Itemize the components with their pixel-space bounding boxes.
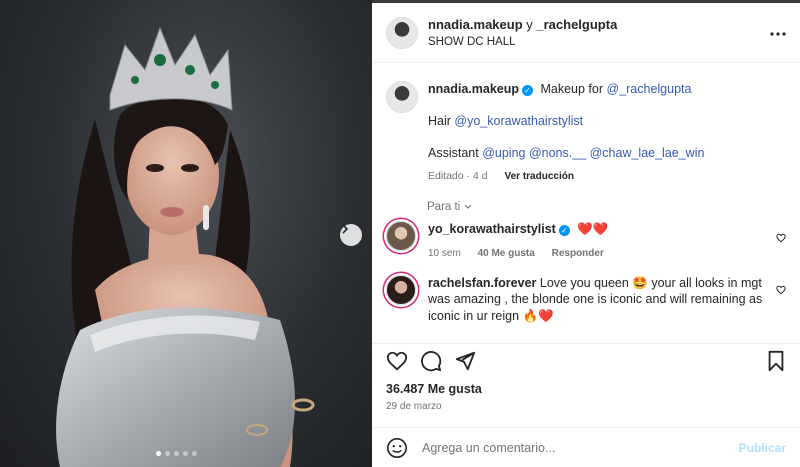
post-photo[interactable] [0,0,372,467]
comment-icon[interactable] [420,350,442,372]
caption-avatar[interactable] [386,81,418,113]
portrait-illustration [56,26,315,467]
carousel-dot [174,451,179,456]
carousel-dots [156,451,197,456]
heart-icon[interactable] [776,285,786,295]
heart-icon[interactable] [776,233,786,243]
hair-label: Hair [428,113,451,128]
post-details-panel: nnadia.makeup y _rachelgupta SHOW DC HAL… [372,3,800,467]
verified-badge-icon: ✓ [558,225,570,237]
publish-button[interactable]: Publicar [739,441,786,455]
verified-badge-icon: ✓ [522,85,533,96]
comment-item: rachelsfan.forever Love you queen 🤩 your… [372,274,800,326]
collab-joiner: y [526,17,533,32]
comment-likes[interactable]: 40 Me gusta [478,248,535,259]
comment-text: ❤️❤️ [577,222,609,237]
mention-link[interactable]: @_rachelgupta [607,82,692,96]
action-bar [372,343,800,377]
author-avatar[interactable] [386,16,418,49]
commenter-avatar[interactable] [386,274,416,305]
collab-username[interactable]: _rachelgupta [536,17,617,32]
for-you-sort[interactable]: Para ti [427,201,800,213]
heart-icon[interactable] [386,350,408,372]
edited-timestamp: Editado · 4 d [428,169,488,182]
next-photo-button[interactable] [340,224,362,246]
post-location[interactable]: SHOW DC HALL [428,36,617,48]
bookmark-icon[interactable] [766,350,786,372]
post-header: nnadia.makeup y _rachelgupta SHOW DC HAL… [372,3,800,63]
comment-input[interactable] [422,440,739,455]
caption-text: Makeup for [540,82,604,96]
emoji-icon[interactable] [386,437,408,459]
post-caption: nnadia.makeup ✓ Makeup for @_rachelgupta … [372,63,800,183]
post-date: 29 de marzo [386,401,442,412]
likes-count[interactable]: 36.487 Me gusta [386,382,482,396]
instagram-post-view: nnadia.makeup y _rachelgupta SHOW DC HAL… [0,0,800,467]
comment-time: 10 sem [428,248,461,259]
share-icon[interactable] [454,350,476,372]
caption-username[interactable]: nnadia.makeup [428,82,519,96]
chevron-down-icon [464,204,472,209]
carousel-dot [192,451,197,456]
commenter-avatar[interactable] [386,221,416,252]
more-options-icon [770,32,786,36]
assistant-mentions-link[interactable]: @uping @nons.__ @chaw_lae_lae_win [482,146,704,160]
author-username[interactable]: nnadia.makeup [428,17,523,32]
hair-mention-link[interactable]: @yo_korawathairstylist [454,114,583,128]
carousel-dot [165,451,170,456]
commenter-username[interactable]: rachelsfan.forever [428,276,536,290]
comment-bar: Publicar [372,427,800,467]
carousel-dot [156,451,161,456]
chevron-right-icon [342,224,349,234]
translate-link[interactable]: Ver traducción [504,171,573,182]
carousel-dot [183,451,188,456]
reply-button[interactable]: Responder [552,248,604,259]
comment-item: yo_korawathairstylist ✓ ❤️❤️ 10 sem 40 Me… [372,221,800,260]
more-options-button[interactable] [770,23,786,41]
commenter-username[interactable]: yo_korawathairstylist [428,222,556,236]
assistant-label: Assistant [428,145,479,160]
for-you-label: Para ti [427,201,461,214]
